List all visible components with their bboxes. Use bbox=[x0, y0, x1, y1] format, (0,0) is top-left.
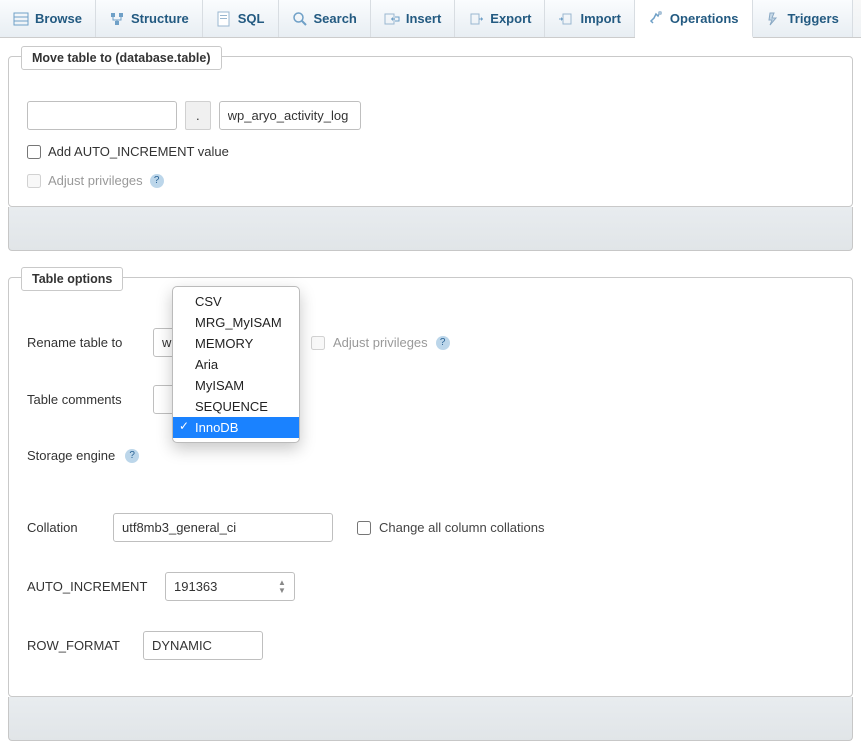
tab-label: Search bbox=[314, 11, 357, 26]
tab-label: Export bbox=[490, 11, 531, 26]
stepper-icon[interactable]: ▲▼ bbox=[278, 575, 292, 598]
tab-export[interactable]: Export bbox=[455, 0, 545, 37]
import-icon bbox=[558, 11, 574, 27]
move-db-input[interactable] bbox=[27, 101, 177, 130]
move-table-input[interactable] bbox=[219, 101, 361, 130]
add-autoincrement-checkbox[interactable] bbox=[27, 145, 41, 159]
move-table-fieldset: Move table to (database.table) . Add AUT… bbox=[8, 56, 853, 207]
change-all-collations-label: Change all column collations bbox=[379, 520, 544, 535]
tab-sql[interactable]: SQL bbox=[203, 0, 279, 37]
engine-option-memory[interactable]: MEMORY bbox=[173, 333, 299, 354]
collation-input[interactable] bbox=[113, 513, 333, 542]
rename-label: Rename table to bbox=[27, 335, 145, 350]
tab-structure[interactable]: Structure bbox=[96, 0, 203, 37]
operations-icon bbox=[648, 10, 664, 26]
help-icon[interactable]: ? bbox=[436, 336, 450, 350]
sql-icon bbox=[216, 11, 232, 27]
tab-browse[interactable]: Browse bbox=[0, 0, 96, 37]
rowformat-label: ROW_FORMAT bbox=[27, 638, 135, 653]
change-all-collations-checkbox[interactable] bbox=[357, 521, 371, 535]
export-icon bbox=[468, 11, 484, 27]
engine-option-csv[interactable]: CSV bbox=[173, 291, 299, 312]
engine-option-innodb[interactable]: InnoDB bbox=[173, 417, 299, 438]
collation-label: Collation bbox=[27, 520, 105, 535]
table-options-legend: Table options bbox=[21, 267, 123, 291]
tab-label: Browse bbox=[35, 11, 82, 26]
rename-adjust-priv-checkbox bbox=[311, 336, 325, 350]
autoincrement-input[interactable] bbox=[165, 572, 295, 601]
tab-label: Operations bbox=[670, 11, 739, 26]
tab-operations[interactable]: Operations bbox=[635, 0, 753, 38]
structure-icon bbox=[109, 11, 125, 27]
add-autoincrement-label: Add AUTO_INCREMENT value bbox=[48, 144, 229, 159]
top-tabs: Browse Structure SQL Search Insert Expor… bbox=[0, 0, 861, 38]
engine-option-myisam[interactable]: MyISAM bbox=[173, 375, 299, 396]
storage-engine-dropdown[interactable]: CSV MRG_MyISAM MEMORY Aria MyISAM SEQUEN… bbox=[172, 286, 300, 443]
tab-label: Insert bbox=[406, 11, 441, 26]
move-table-legend: Move table to (database.table) bbox=[21, 46, 222, 70]
engine-option-aria[interactable]: Aria bbox=[173, 354, 299, 375]
engine-label: Storage engine bbox=[27, 448, 115, 463]
engine-option-sequence[interactable]: SEQUENCE bbox=[173, 396, 299, 417]
help-icon[interactable]: ? bbox=[150, 174, 164, 188]
tab-label: Structure bbox=[131, 11, 189, 26]
tab-search[interactable]: Search bbox=[279, 0, 371, 37]
autoincrement-label: AUTO_INCREMENT bbox=[27, 579, 157, 594]
insert-icon bbox=[384, 11, 400, 27]
tab-label: Import bbox=[580, 11, 620, 26]
triggers-icon bbox=[766, 11, 782, 27]
table-options-fieldset: Table options CSV MRG_MyISAM MEMORY Aria… bbox=[8, 277, 853, 697]
table-options-footer bbox=[8, 697, 853, 741]
tab-insert[interactable]: Insert bbox=[371, 0, 455, 37]
search-icon bbox=[292, 11, 308, 27]
tab-triggers[interactable]: Triggers bbox=[753, 0, 853, 37]
browse-icon bbox=[13, 11, 29, 27]
comments-label: Table comments bbox=[27, 392, 145, 407]
adjust-privileges-label: Adjust privileges bbox=[48, 173, 143, 188]
engine-option-mrg[interactable]: MRG_MyISAM bbox=[173, 312, 299, 333]
dot-separator: . bbox=[185, 101, 211, 130]
tab-label: SQL bbox=[238, 11, 265, 26]
adjust-privileges-checkbox bbox=[27, 174, 41, 188]
move-table-footer bbox=[8, 207, 853, 251]
rowformat-input[interactable] bbox=[143, 631, 263, 660]
tab-import[interactable]: Import bbox=[545, 0, 634, 37]
tab-label: Triggers bbox=[788, 11, 839, 26]
help-icon[interactable]: ? bbox=[125, 449, 139, 463]
rename-adjust-priv-label: Adjust privileges bbox=[333, 335, 428, 350]
